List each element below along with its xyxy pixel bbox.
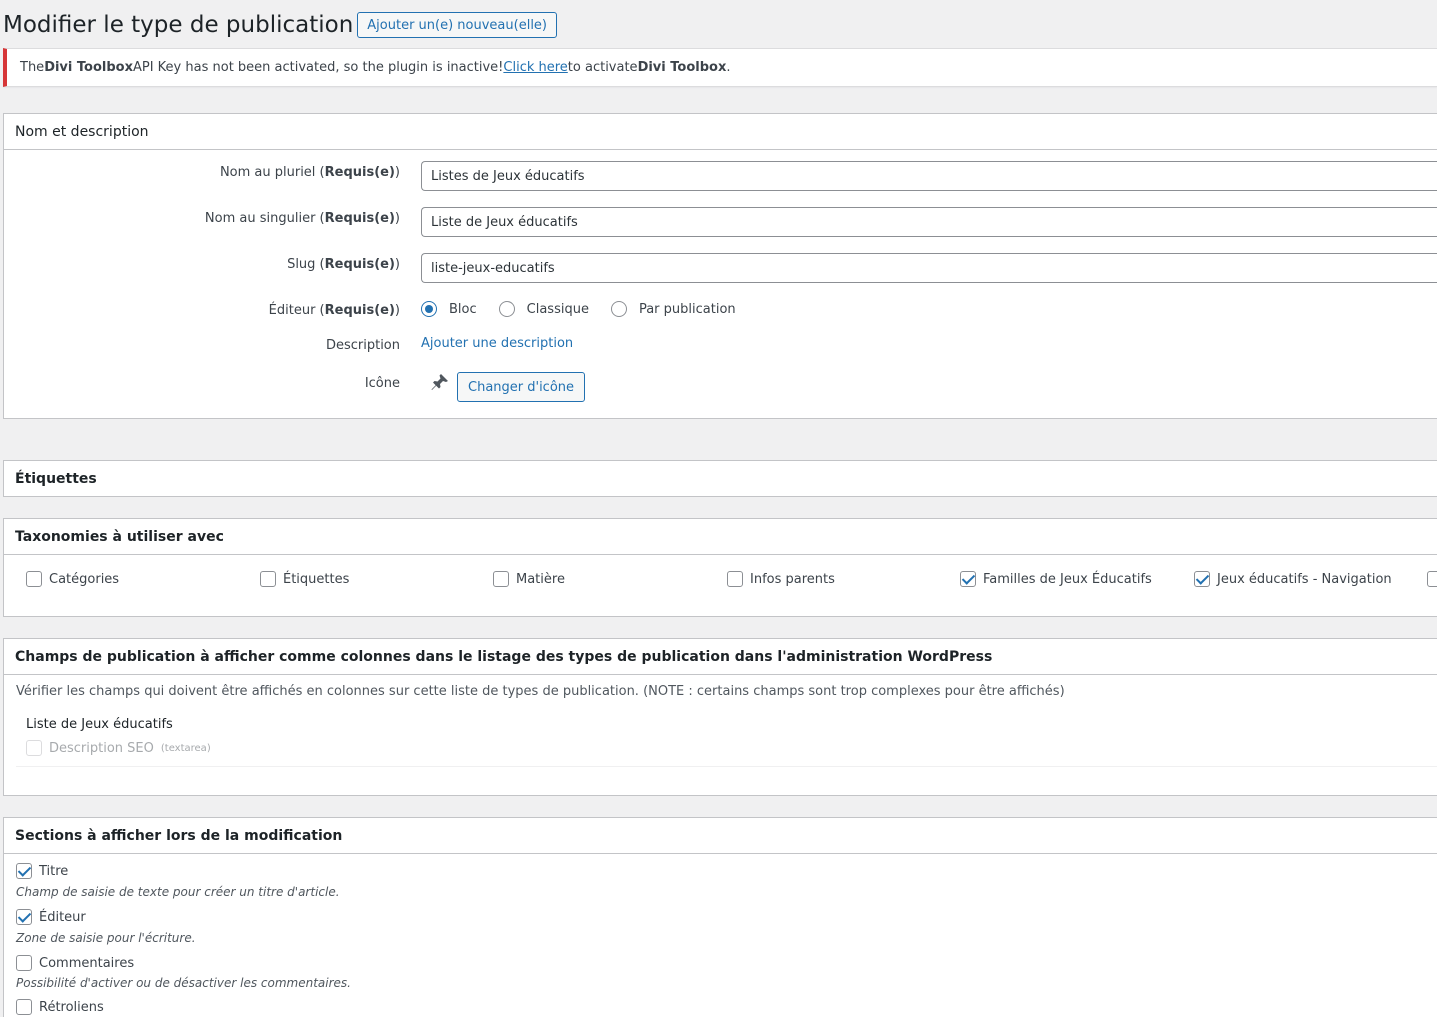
page-title: Modifier le type de publication bbox=[3, 12, 354, 38]
notice-plugin-name: Divi Toolbox bbox=[44, 60, 133, 75]
section-checkbox-commentaires[interactable] bbox=[16, 955, 32, 971]
notice-middle: API Key has not been activated, so the p… bbox=[132, 60, 504, 75]
section-desc: Zone de saisie pour l'écriture. bbox=[16, 931, 196, 945]
columns-group-title: Liste de Jeux éducatifs bbox=[26, 717, 173, 732]
section-desc: Possibilité d'activer ou de désactiver l… bbox=[16, 976, 351, 990]
singular-name-input[interactable] bbox=[421, 207, 1437, 237]
columns-field-item: Description SEO (textarea) bbox=[26, 740, 211, 756]
notice-prefix: The bbox=[20, 60, 45, 75]
taxonomy-item[interactable]: Matière bbox=[493, 571, 565, 587]
taxonomy-label: Étiquettes bbox=[283, 571, 350, 587]
description-label: Description bbox=[325, 338, 400, 353]
singular-name-label: Nom au singulier (Requis(e)) bbox=[204, 211, 400, 226]
columns-box: Champs de publication à afficher comme c… bbox=[3, 638, 1437, 796]
add-description-link[interactable]: Ajouter une description bbox=[421, 336, 573, 351]
section-checkbox-editeur[interactable] bbox=[16, 909, 32, 925]
editor-radio-par-publication[interactable] bbox=[610, 301, 627, 317]
section-item-commentaires[interactable]: Commentaires bbox=[16, 955, 134, 971]
editor-option-par-publication: Par publication bbox=[638, 301, 736, 317]
taxonomy-label: Infos parents bbox=[750, 571, 835, 587]
notice-plugin-name-2: Divi Toolbox bbox=[637, 60, 727, 75]
taxonomy-checkbox-infos-parents[interactable] bbox=[727, 571, 743, 587]
section-desc: Champ de saisie de texte pour créer un t… bbox=[16, 885, 340, 899]
pushpin-icon bbox=[430, 372, 450, 392]
taxonomy-item[interactable]: Infos parents bbox=[727, 571, 835, 587]
taxonomy-label: Matière bbox=[516, 571, 565, 587]
section-item-titre[interactable]: Titre bbox=[16, 863, 68, 879]
section-item-retroliens[interactable]: Rétroliens bbox=[16, 999, 104, 1015]
plural-name-input[interactable] bbox=[421, 161, 1437, 191]
labels-title[interactable]: Étiquettes bbox=[4, 461, 1437, 496]
editor-label: Éditeur (Requis(e)) bbox=[268, 303, 400, 318]
taxonomies-title: Taxonomies à utiliser avec bbox=[4, 519, 1437, 555]
columns-title: Champs de publication à afficher comme c… bbox=[4, 639, 1437, 675]
columns-field-checkbox bbox=[26, 740, 42, 756]
taxonomy-item[interactable]: Jeux éducatifs - Navigation bbox=[1194, 571, 1392, 587]
section-checkbox-retroliens[interactable] bbox=[16, 999, 32, 1015]
slug-input[interactable] bbox=[421, 253, 1437, 283]
section-item-editeur[interactable]: Éditeur bbox=[16, 909, 86, 925]
editor-option-classique: Classique bbox=[526, 301, 589, 317]
notice-suffix: to activate bbox=[567, 60, 638, 75]
columns-divider bbox=[16, 766, 1437, 767]
editor-radio-classique[interactable] bbox=[498, 301, 515, 317]
taxonomy-checkbox-familles[interactable] bbox=[960, 571, 976, 587]
slug-label: Slug (Requis(e)) bbox=[287, 257, 400, 272]
change-icon-button[interactable]: Changer d'icône bbox=[457, 372, 586, 402]
page-header: Modifier le type de publication Ajouter … bbox=[3, 10, 557, 40]
icon-label: Icône bbox=[364, 376, 400, 391]
sections-box: Sections à afficher lors de la modificat… bbox=[3, 817, 1437, 1017]
add-new-button[interactable]: Ajouter un(e) nouveau(elle) bbox=[357, 12, 557, 38]
editor-radio-bloc[interactable] bbox=[421, 301, 437, 317]
taxonomies-box: Taxonomies à utiliser avec Catégories Ét… bbox=[3, 518, 1437, 617]
taxonomy-checkbox-etiquettes[interactable] bbox=[260, 571, 276, 587]
section-checkbox-titre[interactable] bbox=[16, 863, 32, 879]
section-label: Titre bbox=[39, 863, 69, 879]
taxonomy-checkbox-more[interactable] bbox=[1427, 571, 1437, 587]
columns-help-text: Vérifier les champs qui doivent être aff… bbox=[16, 684, 1065, 699]
sections-title: Sections à afficher lors de la modificat… bbox=[4, 818, 1437, 854]
taxonomy-item-partial[interactable] bbox=[1427, 571, 1437, 587]
taxonomy-label: Catégories bbox=[49, 571, 120, 587]
taxonomy-label: Familles de Jeux Éducatifs bbox=[983, 571, 1152, 587]
section-label: Éditeur bbox=[39, 909, 86, 925]
section-label: Rétroliens bbox=[39, 999, 104, 1015]
taxonomy-checkbox-navigation[interactable] bbox=[1194, 571, 1210, 587]
name-description-title: Nom et description bbox=[4, 114, 1437, 150]
taxonomy-label: Jeux éducatifs - Navigation bbox=[1217, 571, 1392, 587]
columns-field-type: (textarea) bbox=[160, 742, 211, 754]
taxonomy-item[interactable]: Étiquettes bbox=[260, 571, 349, 587]
name-description-box: Nom et description Nom au pluriel (Requi… bbox=[3, 113, 1437, 419]
notice-end: . bbox=[726, 60, 731, 75]
labels-box[interactable]: Étiquettes bbox=[3, 460, 1437, 497]
taxonomy-checkbox-matiere[interactable] bbox=[493, 571, 509, 587]
taxonomy-checkbox-categories[interactable] bbox=[26, 571, 42, 587]
plural-name-label: Nom au pluriel (Requis(e)) bbox=[219, 165, 400, 180]
columns-field-label: Description SEO bbox=[49, 740, 154, 756]
editor-options: Bloc Classique Par publication bbox=[421, 301, 736, 317]
section-label: Commentaires bbox=[39, 955, 135, 971]
taxonomy-item[interactable]: Catégories bbox=[26, 571, 119, 587]
notice-activate-link[interactable]: Click here bbox=[503, 60, 567, 75]
taxonomy-item[interactable]: Familles de Jeux Éducatifs bbox=[960, 571, 1152, 587]
editor-option-bloc: Bloc bbox=[449, 301, 477, 317]
admin-notice: The Divi Toolbox API Key has not been ac… bbox=[3, 48, 1437, 87]
